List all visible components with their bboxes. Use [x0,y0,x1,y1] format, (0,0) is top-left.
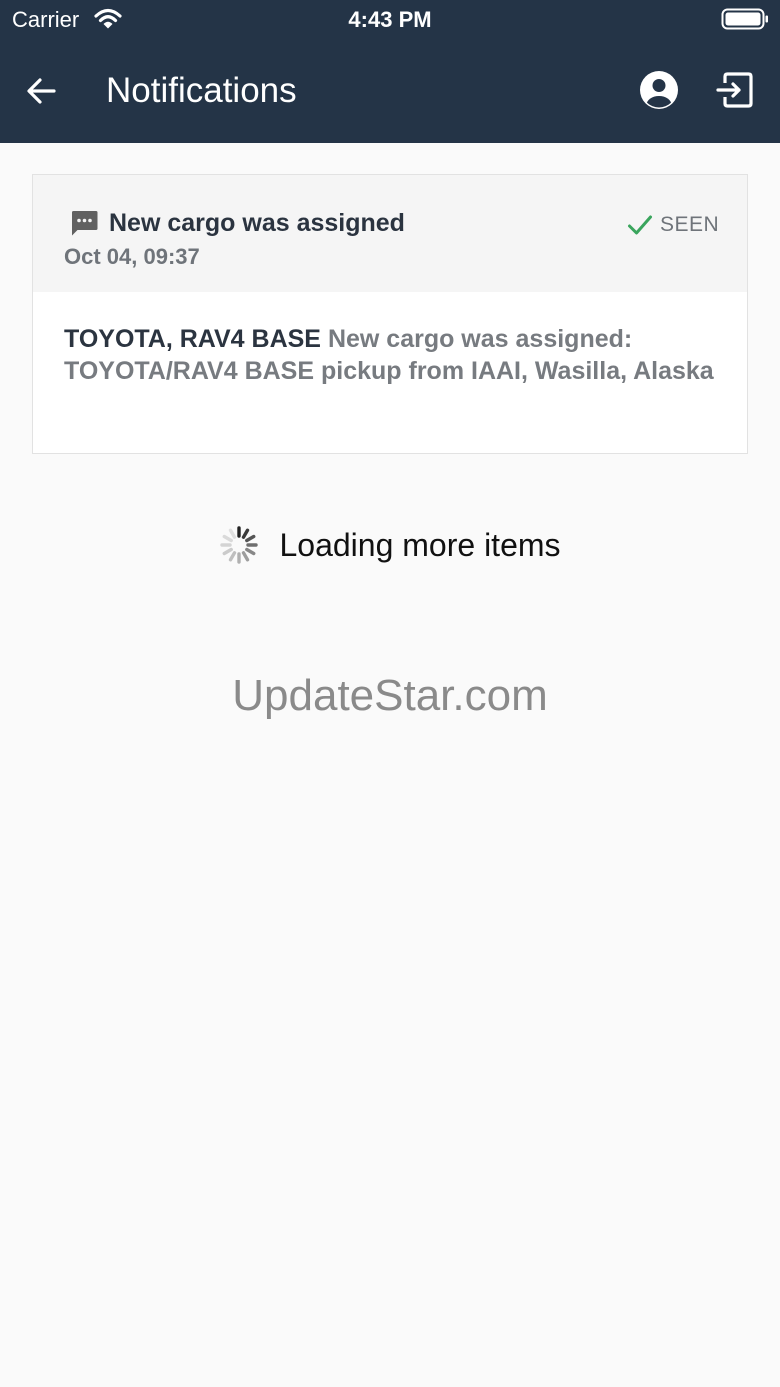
notification-body: TOYOTA, RAV4 BASE New cargo was assigned… [64,323,714,387]
message-icon [72,211,98,236]
notification-card-header: New cargo was assigned Oct 04, 09:37 SEE… [33,175,747,292]
notification-title: New cargo was assigned [109,209,405,237]
notification-card[interactable]: New cargo was assigned Oct 04, 09:37 SEE… [32,174,748,454]
seen-status: SEEN [627,211,719,239]
logout-icon [716,72,753,108]
vehicle-name: TOYOTA, RAV4 BASE [64,325,321,353]
notifications-screen: Carrier 4:43 PM Notifications New cargo … [0,0,780,1387]
battery-icon [721,8,768,30]
back-button[interactable] [18,68,64,114]
notification-date: Oct 04, 09:37 [64,244,200,269]
page-title: Notifications [106,71,297,110]
spinner-icon [220,526,259,564]
status-time: 4:43 PM [348,7,432,32]
loading-indicator: Loading more items [0,523,780,567]
profile-button[interactable] [636,67,682,113]
check-icon [628,215,652,235]
status-bar: Carrier 4:43 PM [0,0,780,40]
watermark: UpdateStar.com [232,671,548,720]
account-circle-icon [640,71,678,109]
arrow-left-icon [27,78,56,104]
loading-text: Loading more items [279,527,561,563]
seen-label: SEEN [660,213,720,236]
logout-button[interactable] [712,67,758,113]
app-bar: Notifications [0,40,780,143]
header: Carrier 4:43 PM Notifications [0,0,780,143]
